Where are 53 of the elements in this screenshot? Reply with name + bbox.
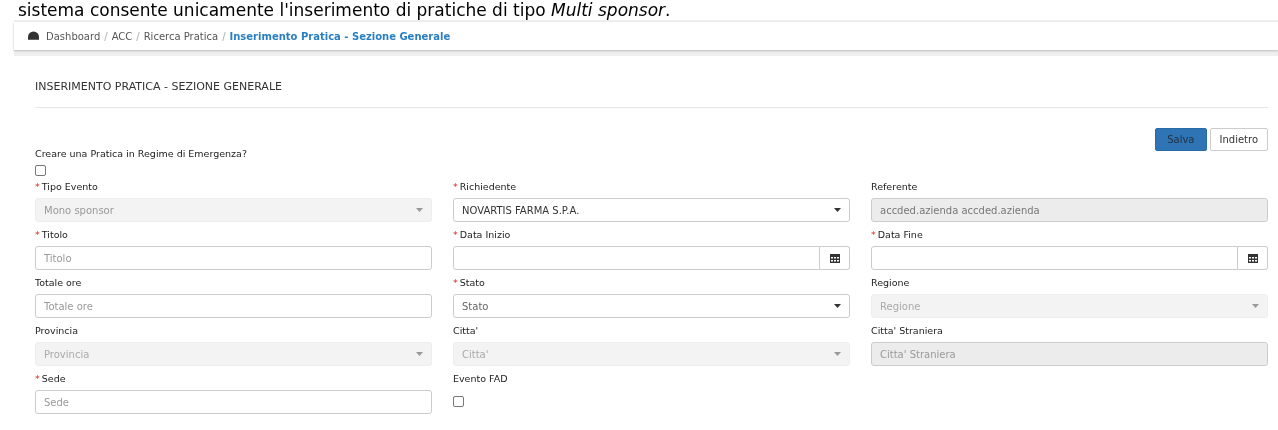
input-field[interactable]: Titolo xyxy=(35,246,432,270)
dropdown[interactable]: Stato xyxy=(453,294,850,318)
date-field[interactable] xyxy=(453,246,820,270)
calendar-icon xyxy=(829,253,840,263)
required-asterisk: * xyxy=(35,373,40,384)
dashboard-icon xyxy=(28,31,39,41)
field-label: Regione xyxy=(871,276,911,290)
caret-icon xyxy=(416,352,423,356)
caret-icon xyxy=(416,208,423,212)
field-label-text: Data Inizio xyxy=(459,229,511,240)
required-asterisk: * xyxy=(35,229,40,240)
date-field[interactable] xyxy=(871,246,1238,270)
field-label-text: Sede xyxy=(41,373,66,384)
required-asterisk: * xyxy=(453,277,458,288)
field-label-text: Tipo Evento xyxy=(41,181,98,192)
breadcrumb-link[interactable]: Dashboard xyxy=(46,30,101,42)
back-button[interactable]: Indietro xyxy=(1209,128,1268,151)
intro-text: sistema consente unicamente l'inserimento di pratiche di tipo Multi sponsor. xyxy=(18,0,672,20)
field-label-text: Data Fine xyxy=(877,229,923,240)
field-label: Evento FAD xyxy=(453,372,509,386)
field-label-text: Richiedente xyxy=(459,181,517,192)
caret-icon xyxy=(834,304,841,308)
required-asterisk: * xyxy=(35,181,40,192)
field-label: Provincia xyxy=(35,324,80,338)
field-label-text: Stato xyxy=(459,277,485,288)
input-field[interactable]: Totale ore xyxy=(35,294,432,318)
breadcrumb-separator: / xyxy=(136,30,140,42)
dropdown[interactable]: NOVARTIS FARMA S.P.A. xyxy=(453,198,850,222)
field-label: Referente xyxy=(871,180,919,194)
breadcrumb-separator: / xyxy=(104,30,108,42)
breadcrumb-separator: / xyxy=(222,30,226,42)
breadcrumb-link[interactable]: ACC xyxy=(111,30,133,42)
field-label: Creare una Pratica in Regime di Emergenza? xyxy=(35,148,248,159)
page-title: INSERIMENTO PRATICA - SEZIONE GENERALE xyxy=(35,56,1268,108)
input-field[interactable]: Sede xyxy=(35,390,432,414)
calendar-icon xyxy=(1247,253,1258,263)
field-label: Totale ore xyxy=(35,276,83,290)
breadcrumb-link[interactable]: Inserimento Pratica - Sezione Generale xyxy=(229,30,451,42)
calendar-button[interactable] xyxy=(820,246,850,270)
checkbox[interactable] xyxy=(453,396,464,407)
required-asterisk: * xyxy=(453,181,458,192)
caret-icon xyxy=(834,352,841,356)
field-label: Citta' xyxy=(453,324,480,338)
field-label: Citta' Straniera xyxy=(871,324,944,338)
caret-icon xyxy=(834,208,841,212)
save-button[interactable]: Salva xyxy=(1155,128,1207,151)
caret-icon xyxy=(1252,304,1259,308)
breadcrumb-link[interactable]: Ricerca Pratica xyxy=(143,30,219,42)
required-asterisk: * xyxy=(871,229,876,240)
required-asterisk: * xyxy=(453,229,458,240)
checkbox[interactable] xyxy=(35,165,46,176)
field-label-text: Titolo xyxy=(41,229,68,240)
calendar-button[interactable] xyxy=(1238,246,1268,270)
